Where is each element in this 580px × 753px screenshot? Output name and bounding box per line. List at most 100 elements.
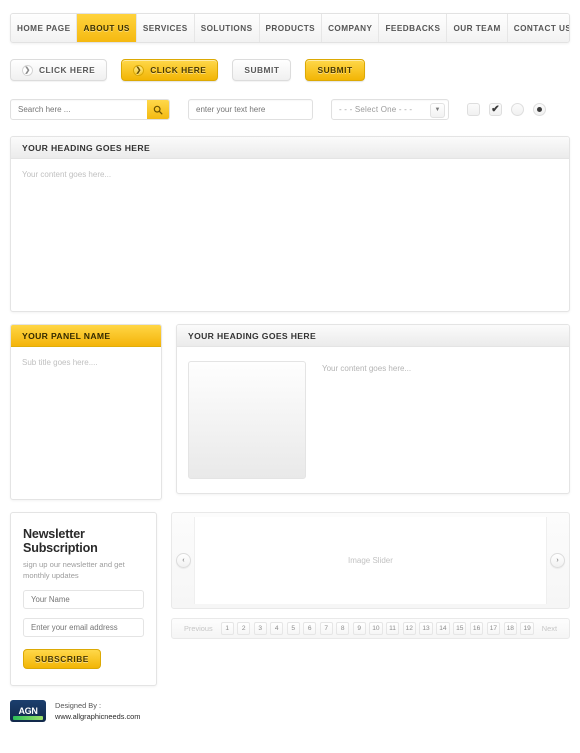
page-number[interactable]: 17: [486, 622, 501, 635]
page-number[interactable]: 13: [419, 622, 433, 635]
main-navigation: HOME PAGE ABOUT US SERVICES SOLUTIONS PR…: [10, 13, 570, 43]
nav-label: OUR TEAM: [453, 23, 501, 33]
nav-item-our-team[interactable]: OUR TEAM: [447, 14, 508, 42]
side-panel-subtitle: Sub title goes here....: [22, 358, 98, 367]
left-column: YOUR PANEL NAME Sub title goes here....: [10, 324, 162, 500]
arrow-right-icon: ❯: [22, 64, 33, 76]
page-number[interactable]: 16: [469, 622, 484, 635]
nav-label: COMPANY: [328, 23, 373, 33]
slider-next-button[interactable]: ›: [550, 553, 565, 568]
select-one-dropdown[interactable]: - - - Select One - - - ▼: [331, 99, 449, 120]
page-number[interactable]: 8: [336, 622, 350, 635]
slider-prev-button[interactable]: ‹: [175, 553, 191, 568]
media-panel-content: Your content goes here...: [322, 364, 412, 373]
nav-item-home-page[interactable]: HOME PAGE: [11, 14, 78, 42]
nav-item-contact-us[interactable]: CONTACT US: [507, 14, 570, 42]
nav-item-company[interactable]: COMPANY: [322, 14, 380, 42]
submit-gold-button[interactable]: SUBMIT: [305, 59, 365, 81]
newsletter-name-input[interactable]: [23, 590, 144, 609]
heading-panel-body: Your content goes here...: [11, 159, 569, 311]
lower-section: Newsletter Subscription sign up our news…: [10, 512, 570, 686]
text-input[interactable]: [188, 99, 313, 120]
form-controls-row: - - - Select One - - - ▼ ✔: [10, 99, 570, 120]
page-number[interactable]: 5: [286, 622, 300, 635]
two-column-section: YOUR PANEL NAME Sub title goes here.... …: [10, 324, 570, 500]
page-number[interactable]: 1: [220, 622, 234, 635]
side-panel: YOUR PANEL NAME Sub title goes here....: [10, 324, 162, 500]
button-label: SUBMIT: [244, 65, 280, 75]
radio-unchecked[interactable]: [511, 103, 524, 116]
page-number[interactable]: 10: [369, 622, 383, 635]
designer-url[interactable]: www.allgraphicneeds.com: [55, 711, 140, 722]
radio-checked[interactable]: [533, 103, 546, 116]
button-label: SUBMIT: [317, 65, 353, 75]
button-label: CLICK HERE: [150, 65, 207, 75]
click-here-light-button[interactable]: ❯ CLICK HERE: [10, 59, 108, 81]
side-panel-title: YOUR PANEL NAME: [11, 325, 161, 347]
checkbox-unchecked[interactable]: [467, 103, 480, 116]
nav-label: CONTACT US: [513, 23, 570, 33]
subscribe-button[interactable]: SUBSCRIBE: [23, 649, 101, 669]
pagination-previous[interactable]: Previous: [180, 624, 217, 633]
submit-light-button[interactable]: SUBMIT: [232, 59, 292, 81]
nav-label: ABOUT US: [83, 23, 130, 33]
designed-by-label: Designed By :: [55, 701, 102, 710]
image-slider: ‹ Image Slider ›: [170, 512, 570, 609]
nav-item-services[interactable]: SERVICES: [136, 14, 195, 42]
chevron-right-icon: ›: [556, 557, 559, 564]
page-root: HOME PAGE ABOUT US SERVICES SOLUTIONS PR…: [0, 13, 580, 753]
logo-accent-bar: [13, 716, 43, 721]
page-number[interactable]: 6: [303, 622, 317, 635]
page-number[interactable]: 4: [270, 622, 284, 635]
slider-label: Image Slider: [348, 556, 393, 565]
page-number[interactable]: 19: [520, 622, 534, 635]
newsletter-email-input[interactable]: [23, 618, 144, 637]
search-input[interactable]: [11, 100, 147, 119]
nav-label: HOME PAGE: [17, 23, 71, 33]
media-panel: YOUR HEADING GOES HERE Your content goes…: [176, 324, 570, 494]
check-icon: ✔: [491, 103, 500, 115]
side-panel-body: Sub title goes here....: [11, 347, 161, 499]
heading-panel-title: YOUR HEADING GOES HERE: [11, 137, 569, 159]
logo-text: AGN: [18, 706, 38, 717]
image-placeholder: [188, 361, 306, 479]
slider-column: ‹ Image Slider › Previous 1 2 3 4 5 6 7 …: [170, 512, 570, 686]
heading-panel: YOUR HEADING GOES HERE Your content goes…: [10, 136, 570, 312]
arrow-right-icon: ❯: [133, 64, 145, 76]
button-row: ❯ CLICK HERE ❯ CLICK HERE SUBMIT SUBMIT: [10, 59, 570, 81]
nav-item-feedbacks[interactable]: FEEDBACKS: [379, 14, 448, 42]
page-number[interactable]: 12: [402, 622, 416, 635]
media-panel-body: Your content goes here...: [177, 347, 569, 493]
nav-label: SERVICES: [142, 23, 188, 33]
search-button[interactable]: [147, 100, 169, 119]
search-icon: [153, 105, 163, 115]
radio-dot-icon: [537, 107, 542, 112]
click-here-gold-button[interactable]: ❯ CLICK HERE: [121, 59, 219, 81]
media-panel-title: YOUR HEADING GOES HERE: [177, 325, 569, 347]
nav-label: PRODUCTS: [265, 23, 316, 33]
pagination: Previous 1 2 3 4 5 6 7 8 9 10 11 12 13 1…: [170, 618, 570, 639]
nav-item-solutions[interactable]: SOLUTIONS: [194, 14, 260, 42]
page-number[interactable]: 14: [436, 622, 450, 635]
newsletter-subtitle: sign up our newsletter and get monthly u…: [23, 560, 125, 580]
newsletter-panel: Newsletter Subscription sign up our news…: [10, 512, 157, 686]
page-number[interactable]: 2: [237, 622, 251, 635]
chevron-down-icon[interactable]: ▼: [430, 102, 445, 118]
nav-label: SOLUTIONS: [200, 23, 253, 33]
page-number[interactable]: 11: [386, 622, 400, 635]
agn-logo: AGN: [10, 700, 46, 723]
nav-item-about-us[interactable]: ABOUT US: [77, 14, 137, 42]
page-number[interactable]: 15: [453, 622, 467, 635]
pagination-numbers: 1 2 3 4 5 6 7 8 9 10 11 12 13 14 15 16 1: [220, 622, 534, 635]
toggle-group: ✔: [467, 103, 546, 116]
page-number[interactable]: 7: [319, 622, 333, 635]
page-number[interactable]: 18: [503, 622, 517, 635]
footer-credit: Designed By : www.allgraphicneeds.com: [55, 700, 140, 723]
page-number[interactable]: 9: [352, 622, 366, 635]
checkbox-checked[interactable]: ✔: [489, 103, 502, 116]
pagination-next[interactable]: Next: [538, 624, 561, 633]
page-number[interactable]: 3: [253, 622, 267, 635]
nav-item-products[interactable]: PRODUCTS: [259, 14, 323, 42]
slider-stage: Image Slider: [193, 517, 547, 604]
search-box: [10, 99, 170, 120]
